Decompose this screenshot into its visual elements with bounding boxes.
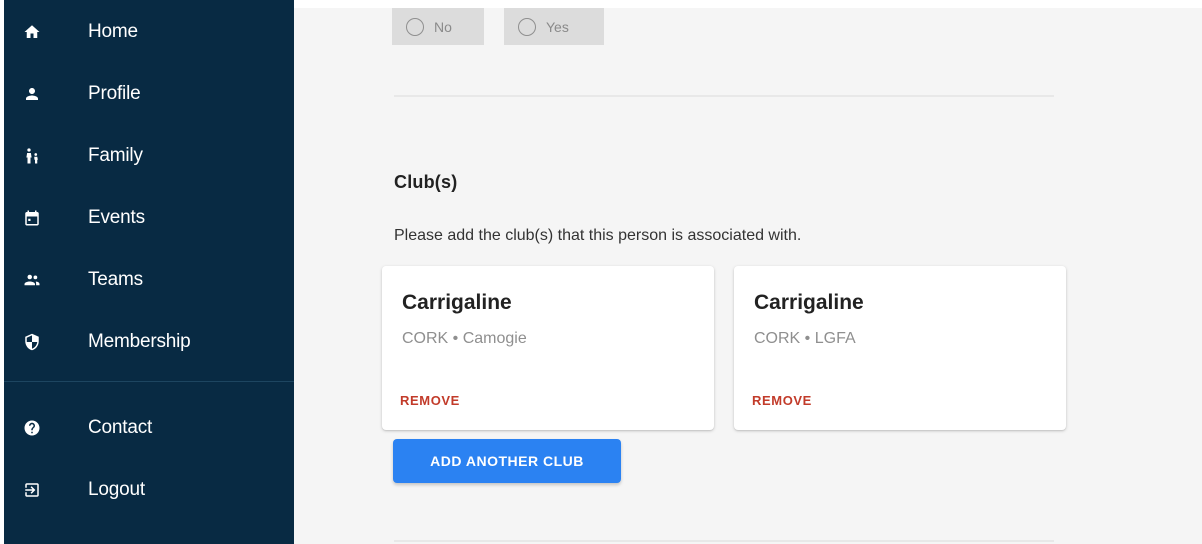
sidebar-item-teams[interactable]: Teams bbox=[4, 256, 294, 304]
radio-option-yes[interactable]: Yes bbox=[504, 8, 604, 45]
remove-button[interactable]: REMOVE bbox=[400, 393, 460, 408]
sidebar-item-contact[interactable]: Contact bbox=[4, 404, 294, 452]
radio-circle-icon bbox=[406, 17, 424, 36]
shield-icon bbox=[22, 332, 42, 352]
sidebar-item-logout[interactable]: Logout bbox=[4, 466, 294, 514]
section-divider bbox=[394, 540, 1054, 542]
sidebar-item-profile[interactable]: Profile bbox=[4, 70, 294, 118]
club-name: Carrigaline bbox=[402, 291, 512, 314]
sidebar-item-label: Teams bbox=[88, 269, 143, 290]
main-content: No Yes Club(s) Please add the club(s) th… bbox=[294, 8, 1202, 544]
home-icon bbox=[22, 22, 42, 42]
sidebar-item-label: Family bbox=[88, 145, 143, 166]
sidebar-item-family[interactable]: Family bbox=[4, 132, 294, 180]
section-description: Please add the club(s) that this person … bbox=[394, 227, 802, 244]
radio-circle-icon bbox=[518, 17, 536, 36]
person-icon bbox=[22, 84, 42, 104]
radio-label: Yes bbox=[546, 18, 569, 35]
add-another-club-button[interactable]: ADD ANOTHER CLUB bbox=[393, 439, 621, 483]
sidebar-item-label: Profile bbox=[88, 83, 141, 104]
sidebar-item-label: Home bbox=[88, 21, 138, 42]
sidebar-item-label: Membership bbox=[88, 331, 191, 352]
sidebar-item-membership[interactable]: Membership bbox=[4, 318, 294, 366]
help-icon bbox=[22, 418, 42, 438]
radio-option-no[interactable]: No bbox=[392, 8, 484, 45]
sidebar-item-label: Logout bbox=[88, 479, 145, 500]
club-card: Carrigaline CORK • LGFA REMOVE bbox=[734, 266, 1066, 430]
sidebar: Home Profile Family Events Teams Members… bbox=[4, 0, 294, 544]
section-title: Club(s) bbox=[394, 172, 458, 192]
sidebar-item-home[interactable]: Home bbox=[4, 8, 294, 56]
sidebar-item-label: Events bbox=[88, 207, 145, 228]
club-name: Carrigaline bbox=[754, 291, 864, 314]
radio-label: No bbox=[434, 18, 452, 35]
remove-button[interactable]: REMOVE bbox=[752, 393, 812, 408]
club-details: CORK • LGFA bbox=[754, 330, 856, 347]
sidebar-divider bbox=[4, 381, 294, 382]
group-icon bbox=[22, 270, 42, 290]
section-divider bbox=[394, 95, 1054, 97]
calendar-icon bbox=[22, 208, 42, 228]
sidebar-item-events[interactable]: Events bbox=[4, 194, 294, 242]
family-icon bbox=[22, 146, 42, 166]
club-card: Carrigaline CORK • Camogie REMOVE bbox=[382, 266, 714, 430]
sidebar-item-label: Contact bbox=[88, 417, 153, 438]
logout-icon bbox=[22, 480, 42, 500]
club-details: CORK • Camogie bbox=[402, 330, 527, 347]
